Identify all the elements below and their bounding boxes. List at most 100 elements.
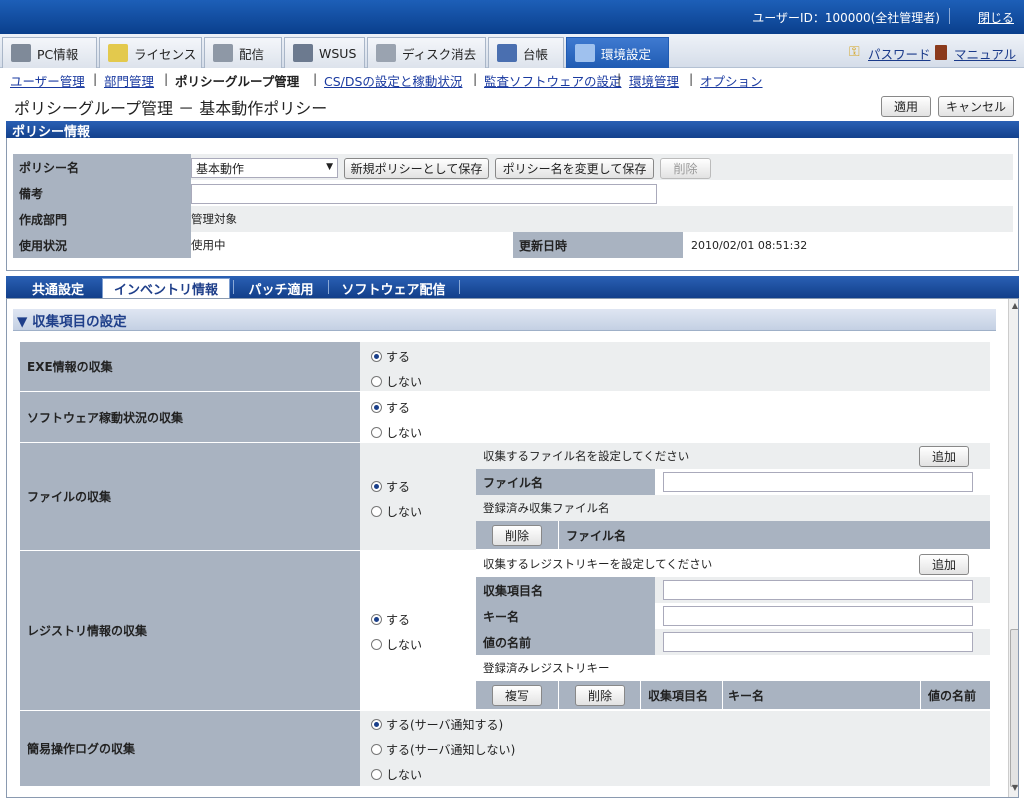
divider: | bbox=[617, 71, 622, 86]
radio-dot bbox=[371, 719, 382, 730]
tab-license[interactable]: ライセンス bbox=[99, 37, 202, 68]
filename-input[interactable] bbox=[663, 472, 973, 492]
registry-no-radio[interactable]: しない bbox=[371, 636, 422, 653]
divider bbox=[722, 681, 723, 709]
key-icon: ⚿ bbox=[849, 44, 860, 60]
collection-settings-header[interactable]: ▼ 収集項目の設定 bbox=[13, 309, 996, 331]
oplog-no-notify-radio[interactable]: する(サーバ通知しない) bbox=[371, 741, 515, 758]
radio-dot bbox=[371, 744, 382, 755]
tab-pc-info[interactable]: PC情報 bbox=[2, 37, 97, 68]
tab-settings[interactable]: 環境設定 bbox=[566, 37, 669, 68]
operation-log-label: 簡易操作ログの収集 bbox=[20, 711, 360, 787]
scroll-up-icon[interactable]: ▲ bbox=[1010, 301, 1018, 313]
sub-nav: ユーザー管理 | 部門管理 | ポリシーグループ管理 | CS/DSの設定と稼動… bbox=[0, 68, 1024, 90]
radio-dot bbox=[371, 427, 382, 438]
divider: | bbox=[689, 71, 694, 86]
subnav-environment[interactable]: 環境管理 bbox=[629, 71, 679, 90]
add-file-button[interactable]: 追加 bbox=[919, 446, 969, 467]
radio-dot bbox=[371, 376, 382, 387]
tab-common-settings[interactable]: 共通設定 bbox=[16, 278, 100, 298]
software-yes-radio[interactable]: する bbox=[371, 399, 410, 416]
apply-button[interactable]: 適用 bbox=[881, 96, 931, 117]
radio-dot bbox=[371, 769, 382, 780]
divider bbox=[459, 280, 460, 294]
file-hint: 収集するファイル名を設定してください bbox=[483, 449, 690, 463]
radio-label: しない bbox=[386, 375, 423, 389]
subnav-cs-ds-settings[interactable]: CS/DSの設定と稼動状況 bbox=[324, 71, 462, 90]
oplog-no-radio[interactable]: しない bbox=[371, 766, 422, 783]
rename-save-button[interactable]: ポリシー名を変更して保存 bbox=[495, 158, 654, 179]
delete-policy-button[interactable]: 削除 bbox=[660, 158, 711, 179]
vertical-scrollbar[interactable]: ▲ ▼ bbox=[1008, 299, 1018, 797]
tab-distribution[interactable]: 配信 bbox=[204, 37, 282, 68]
add-registry-button[interactable]: 追加 bbox=[919, 554, 969, 575]
tab-inventory[interactable]: インベントリ情報 bbox=[102, 278, 230, 298]
filename-label: ファイル名 bbox=[476, 469, 655, 495]
tab-label: ディスク消去 bbox=[402, 46, 477, 62]
row-background bbox=[360, 551, 476, 711]
delete-registry-button[interactable]: 削除 bbox=[575, 685, 625, 706]
usage-status-label: 使用状況 bbox=[13, 232, 191, 258]
radio-label: しない bbox=[386, 426, 423, 440]
tab-software-distribution[interactable]: ソフトウェア配信 bbox=[331, 278, 456, 298]
exe-no-radio[interactable]: しない bbox=[371, 373, 422, 390]
subnav-user-management[interactable]: ユーザー管理 bbox=[10, 71, 85, 90]
radio-dot bbox=[371, 402, 382, 413]
close-link[interactable]: 閉じる bbox=[978, 9, 1014, 26]
tab-disk-erase[interactable]: ディスク消去 bbox=[367, 37, 486, 68]
tab-label: 環境設定 bbox=[601, 46, 652, 62]
page-title: ポリシーグループ管理 － 基本動作ポリシー bbox=[14, 99, 328, 118]
wsus-icon bbox=[293, 44, 313, 62]
manual-link[interactable]: マニュアル bbox=[954, 44, 1016, 63]
password-link[interactable]: パスワード bbox=[868, 44, 931, 63]
row-background bbox=[360, 342, 990, 392]
save-as-new-button[interactable]: 新規ポリシーとして保存 bbox=[344, 158, 489, 179]
radio-label: しない bbox=[386, 768, 423, 782]
radio-label: する(サーバ通知しない) bbox=[386, 743, 516, 757]
distribution-icon bbox=[213, 44, 233, 62]
row-background bbox=[360, 443, 476, 551]
delete-file-button[interactable]: 削除 bbox=[492, 525, 542, 546]
file-yes-radio[interactable]: する bbox=[371, 478, 410, 495]
tab-patch[interactable]: パッチ適用 bbox=[236, 278, 326, 298]
radio-label: する bbox=[386, 613, 411, 627]
copy-registry-button[interactable]: 複写 bbox=[492, 685, 542, 706]
divider: | bbox=[164, 71, 169, 86]
exe-yes-radio[interactable]: する bbox=[371, 348, 410, 365]
value-name-input[interactable] bbox=[663, 632, 973, 652]
ledger-icon bbox=[497, 44, 517, 62]
scrollbar-thumb[interactable] bbox=[1010, 629, 1018, 787]
department-value: 管理対象 bbox=[191, 212, 237, 226]
registry-hint: 収集するレジストリキーを設定してください bbox=[483, 557, 713, 571]
radio-dot bbox=[371, 351, 382, 362]
divider bbox=[328, 280, 329, 294]
updated-label: 更新日時 bbox=[513, 232, 683, 258]
divider bbox=[558, 681, 559, 709]
note-input[interactable] bbox=[191, 184, 657, 204]
pc-icon bbox=[11, 44, 31, 62]
radio-label: する bbox=[386, 350, 411, 364]
radio-label: する bbox=[386, 480, 411, 494]
cancel-button[interactable]: キャンセル bbox=[938, 96, 1014, 117]
tab-wsus[interactable]: WSUS bbox=[284, 37, 365, 68]
divider bbox=[558, 521, 559, 549]
license-icon bbox=[108, 44, 128, 62]
column-value-name: 値の名前 bbox=[928, 689, 977, 703]
collection-item-input[interactable] bbox=[663, 580, 973, 600]
divider: | bbox=[93, 71, 98, 86]
subnav-audit-software[interactable]: 監査ソフトウェアの設定 bbox=[484, 71, 622, 90]
software-no-radio[interactable]: しない bbox=[371, 424, 422, 441]
tab-ledger[interactable]: 台帳 bbox=[488, 37, 564, 68]
oplog-notify-radio[interactable]: する(サーバ通知する) bbox=[371, 716, 503, 733]
divider bbox=[640, 681, 641, 709]
scroll-down-icon[interactable]: ▼ bbox=[1010, 783, 1018, 795]
updated-value: 2010/02/01 08:51:32 bbox=[691, 238, 808, 252]
file-no-radio[interactable]: しない bbox=[371, 503, 422, 520]
key-name-input[interactable] bbox=[663, 606, 973, 626]
radio-label: する bbox=[386, 401, 411, 415]
registry-yes-radio[interactable]: する bbox=[371, 611, 410, 628]
subnav-department-management[interactable]: 部門管理 bbox=[104, 71, 154, 90]
policy-name-select[interactable]: 基本動作 ▼ bbox=[191, 158, 338, 178]
subnav-options[interactable]: オプション bbox=[700, 71, 763, 90]
registered-files-header: ファイル名 bbox=[476, 521, 990, 549]
